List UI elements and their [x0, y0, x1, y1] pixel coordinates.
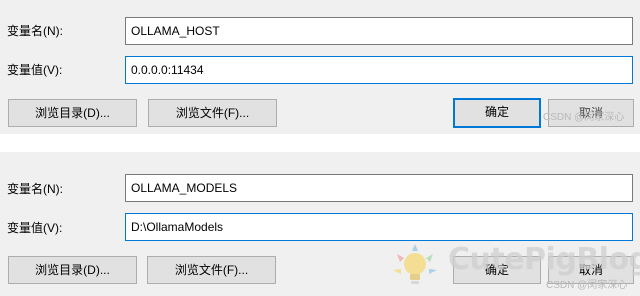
variable-name-input[interactable]: OLLAMA_HOST	[125, 17, 633, 45]
csdn-watermark: CSDN @闵家深心	[543, 112, 625, 123]
ok-button[interactable]: 确定	[453, 98, 541, 128]
variable-name-label: 变量名(N):	[7, 182, 63, 196]
browse-file-button[interactable]: 浏览文件(F)...	[147, 256, 276, 284]
variable-value-label: 变量值(V):	[7, 221, 63, 235]
browse-file-button[interactable]: 浏览文件(F)...	[148, 99, 277, 127]
browse-directory-button[interactable]: 浏览目录(D)...	[8, 99, 137, 127]
edit-variable-dialog-1: 变量名(N): OLLAMA_HOST 变量值(V): 0.0.0.0:1143…	[0, 0, 640, 134]
lightbulb-icon	[393, 244, 437, 284]
variable-value-input[interactable]: 0.0.0.0:11434	[125, 56, 633, 84]
browse-directory-button[interactable]: 浏览目录(D)...	[8, 256, 137, 284]
variable-value-input[interactable]: D:\OllamaModels	[125, 213, 633, 241]
variable-name-label: 变量名(N):	[7, 24, 63, 38]
variable-value-label: 变量值(V):	[7, 63, 63, 77]
csdn-watermark: CSDN @闵家深心	[546, 280, 628, 291]
cutepigblog-watermark: CutePigBlog	[448, 242, 640, 277]
variable-name-input[interactable]: OLLAMA_MODELS	[125, 174, 633, 202]
